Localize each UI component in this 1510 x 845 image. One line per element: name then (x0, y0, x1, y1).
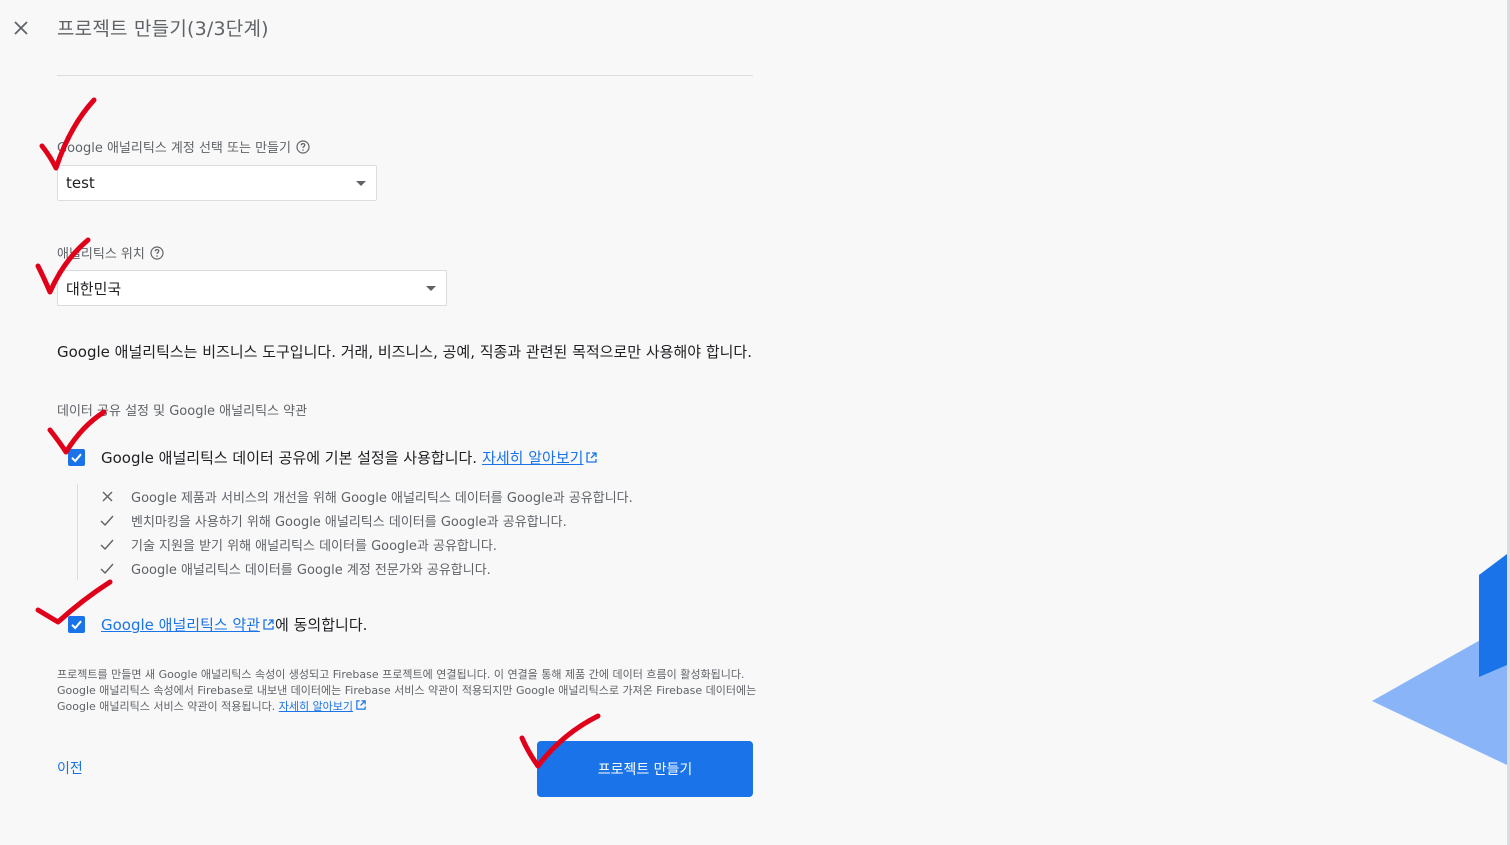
check-icon (98, 563, 116, 574)
check-icon (98, 515, 116, 526)
account-select[interactable]: test (57, 165, 377, 201)
footnote: 프로젝트를 만들면 새 Google 애널리틱스 속성이 생성되고 Fireba… (57, 667, 757, 715)
terms-link[interactable]: Google 애널리틱스 약관 (101, 614, 275, 635)
location-label-text: 애널리틱스 위치 (57, 247, 145, 262)
x-icon (98, 491, 116, 502)
detail-text: Google 애널리틱스 데이터를 Google 계정 전문가와 공유합니다. (131, 562, 491, 578)
location-select[interactable]: 대한민국 (57, 270, 447, 306)
learn-more-link[interactable]: 자세히 알아보기 (482, 447, 598, 468)
list-item: 벤치마킹을 사용하기 위해 Google 애널리틱스 데이터를 Google과 … (98, 508, 777, 532)
help-icon[interactable] (150, 245, 164, 260)
terms-row: Google 애널리틱스 약관 에 동의합니다. (68, 614, 367, 635)
check-icon (98, 539, 116, 550)
external-link-icon (355, 699, 367, 711)
data-sharing-details: Google 제품과 서비스의 개선을 위해 Google 애널리틱스 데이터를… (77, 484, 777, 580)
chevron-down-icon (356, 180, 366, 186)
footnote-text: 프로젝트를 만들면 새 Google 애널리틱스 속성이 생성되고 Fireba… (57, 668, 757, 713)
create-project-button[interactable]: 프로젝트 만들기 (537, 741, 753, 797)
header-divider (57, 75, 753, 76)
data-sharing-checkbox[interactable] (68, 449, 85, 466)
detail-text: Google 제품과 서비스의 개선을 위해 Google 애널리틱스 데이터를… (131, 490, 633, 506)
terms-suffix: 에 동의합니다. (275, 616, 368, 634)
business-notice: Google 애널리틱스는 비즈니스 도구입니다. 거래, 비즈니스, 공예, … (57, 343, 752, 361)
list-item: Google 애널리틱스 데이터를 Google 계정 전문가와 공유합니다. (98, 556, 777, 580)
data-sharing-row: Google 애널리틱스 데이터 공유에 기본 설정을 사용합니다. 자세히 알… (68, 447, 598, 468)
footnote-learn-more-text: 자세히 알아보기 (278, 700, 354, 713)
terms-checkbox[interactable] (68, 616, 85, 633)
external-link-icon (262, 618, 275, 631)
detail-text: 기술 지원을 받기 위해 애널리틱스 데이터를 Google과 공유합니다. (131, 538, 497, 554)
location-field-label: 애널리틱스 위치 (57, 243, 164, 262)
terms-link-text: Google 애널리틱스 약관 (101, 616, 261, 634)
chevron-down-icon (426, 285, 436, 291)
account-field-label: Google 애널리틱스 계정 선택 또는 만들기 (57, 137, 310, 156)
account-label-text: Google 애널리틱스 계정 선택 또는 만들기 (57, 141, 291, 156)
learn-more-text: 자세히 알아보기 (482, 449, 584, 467)
external-link-icon (585, 451, 598, 464)
detail-text: 벤치마킹을 사용하기 위해 Google 애널리틱스 데이터를 Google과 … (131, 514, 567, 530)
annotation-check-mark (39, 97, 97, 171)
location-select-value: 대한민국 (66, 279, 122, 298)
page-title: 프로젝트 만들기(3/3단계) (57, 18, 269, 40)
check-icon (71, 620, 82, 630)
data-sharing-label: 데이터 공유 설정 및 Google 애널리틱스 약관 (57, 404, 308, 419)
help-icon[interactable] (296, 139, 310, 154)
account-select-value: test (66, 174, 95, 192)
list-item: Google 제품과 서비스의 개선을 위해 Google 애널리틱스 데이터를… (98, 484, 777, 508)
create-project-dialog: 프로젝트 만들기(3/3단계) Google 애널리틱스 계정 선택 또는 만들… (0, 0, 1510, 845)
decorative-shapes (1372, 554, 1507, 765)
footnote-learn-more-link[interactable]: 자세히 알아보기 (279, 700, 367, 713)
data-sharing-text: Google 애널리틱스 데이터 공유에 기본 설정을 사용합니다. (101, 449, 478, 467)
prev-button[interactable]: 이전 (57, 758, 83, 778)
close-button[interactable] (9, 16, 33, 40)
check-icon (71, 453, 82, 463)
list-item: 기술 지원을 받기 위해 애널리틱스 데이터를 Google과 공유합니다. (98, 532, 777, 556)
close-icon (14, 21, 28, 35)
